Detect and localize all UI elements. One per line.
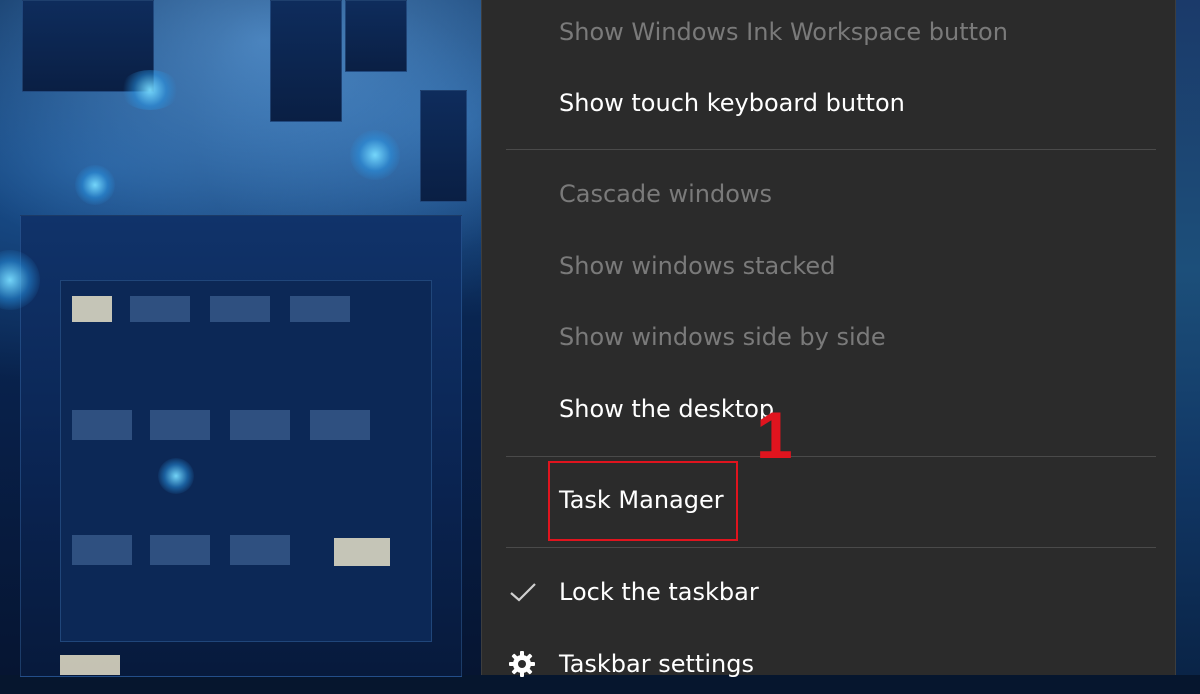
menu-item-label: Show the desktop	[559, 395, 775, 423]
menu-item-label: Taskbar settings	[559, 650, 754, 678]
taskbar-context-menu: Show Windows Ink Workspace button Show t…	[481, 0, 1176, 678]
menu-item-show-windows-stacked[interactable]: Show windows stacked	[482, 236, 1175, 296]
menu-separator	[506, 547, 1156, 548]
menu-item-label: Lock the taskbar	[559, 578, 759, 606]
menu-item-label: Show touch keyboard button	[559, 89, 905, 117]
menu-item-cascade-windows[interactable]: Cascade windows	[482, 164, 1175, 224]
check-icon	[510, 583, 536, 602]
menu-item-taskbar-settings[interactable]: Taskbar settings	[482, 634, 1175, 694]
menu-item-label: Show windows stacked	[559, 252, 836, 280]
menu-item-show-windows-ink-workspace-button[interactable]: Show Windows Ink Workspace button	[482, 2, 1175, 62]
menu-separator	[506, 149, 1156, 150]
menu-item-label: Show windows side by side	[559, 323, 886, 351]
annotation-highlight-box	[548, 461, 738, 541]
menu-item-lock-the-taskbar[interactable]: Lock the taskbar	[482, 562, 1175, 622]
gear-icon	[509, 651, 535, 677]
menu-item-label: Cascade windows	[559, 180, 773, 208]
menu-item-show-the-desktop[interactable]: Show the desktop	[482, 379, 1175, 439]
menu-item-label: Show Windows Ink Workspace button	[559, 18, 1008, 46]
annotation-step-number: 1	[756, 398, 793, 472]
menu-item-show-touch-keyboard-button[interactable]: Show touch keyboard button	[482, 73, 1175, 133]
menu-item-show-windows-side-by-side[interactable]: Show windows side by side	[482, 307, 1175, 367]
menu-separator	[506, 456, 1156, 457]
